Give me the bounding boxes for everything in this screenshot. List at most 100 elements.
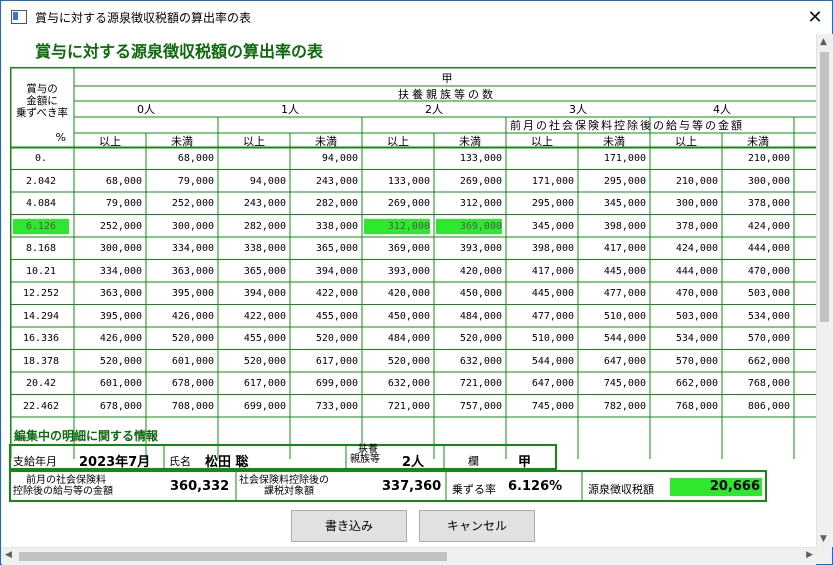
table-cell: 378,000 (675, 220, 718, 232)
table-cell: 503,000 (747, 288, 790, 299)
table-cell: 420,000 (387, 288, 430, 299)
name-value: 松田 聡 (205, 455, 249, 470)
table-cell: 662,000 (747, 355, 790, 367)
content-area: 賞与に対する源泉徴収税額の算出率の表 甲扶養親族等の数 前月の社会保険料控除後の給… (2, 34, 816, 547)
write-button[interactable]: 書き込み (291, 510, 407, 542)
sub-header-ijo: 以上 (531, 135, 553, 148)
table-cell: 282,000 (315, 198, 358, 209)
dependents-value: 2人 (402, 455, 425, 470)
table-cell: 68,000 (177, 153, 214, 164)
table-cell: 484,000 (459, 310, 502, 322)
table-cell: 733,000 (315, 400, 358, 412)
table-cell: 300,000 (99, 243, 142, 254)
table-cell: 450,000 (459, 288, 502, 299)
table-cell: 426,000 (99, 333, 142, 344)
table-cell: 632,000 (459, 355, 502, 367)
scroll-up-icon[interactable]: ▲ (820, 37, 827, 47)
dependent-group-2: 2人 (425, 103, 443, 116)
table-cell: 617,000 (315, 355, 358, 367)
table-cell: 477,000 (603, 288, 646, 299)
table-cell: 395,000 (99, 310, 142, 322)
table-cell: 369,000 (387, 243, 430, 254)
title-bar: 賞与に対する源泉徴収税額の算出率の表 ✕ (1, 1, 832, 34)
table-cell: 420,000 (459, 265, 502, 277)
table-cell (364, 151, 430, 166)
table-cell: 300,000 (675, 198, 718, 209)
sub-header-miman: 未満 (747, 135, 769, 148)
table-cell: 252,000 (99, 220, 142, 232)
table-cell: 417,000 (531, 265, 574, 277)
table-cell: 424,000 (747, 220, 790, 232)
table-cell: 363,000 (171, 265, 214, 277)
table-cell: 422,000 (315, 288, 358, 299)
taxable-label-2: 課税対象額 (264, 486, 314, 497)
rate-cell: 4.084 (25, 198, 57, 209)
close-button[interactable]: ✕ (804, 7, 826, 29)
scroll-down-icon[interactable]: ▼ (820, 534, 827, 544)
table-cell: 426,000 (171, 310, 214, 322)
table-cell: 365,000 (315, 243, 358, 254)
table-cell: 520,000 (315, 333, 358, 344)
page-title: 賞与に対する源泉徴収税額の算出率の表 (35, 42, 324, 61)
table-cell: 647,000 (603, 355, 646, 367)
scroll-left-icon[interactable]: ◀ (5, 550, 12, 560)
table-cell: 721,000 (387, 400, 430, 412)
table-cell: 394,000 (243, 288, 286, 299)
table-cell: 393,000 (459, 243, 502, 254)
table-cell: 378,000 (747, 198, 790, 209)
vertical-scrollbar[interactable]: ▲ ▼ (816, 34, 833, 547)
table-cell: 768,000 (675, 400, 718, 412)
table-cell: 210,000 (747, 153, 790, 164)
taxable-label-1: 社会保険料控除後の (239, 475, 329, 486)
table-cell: 544,000 (603, 333, 646, 344)
horizontal-scrollbar[interactable]: ◀ ▶ (2, 547, 816, 565)
table-cell: 647,000 (531, 378, 574, 389)
table-cell: 338,000 (315, 220, 358, 232)
rate-cell: 20.42 (25, 378, 57, 389)
table-cell: 699,000 (315, 378, 358, 389)
prev-salary-label-2: 控除後の給与等の金額 (13, 486, 113, 497)
column-label: 欄 (468, 455, 479, 468)
dependents-label-2: 親族等 (350, 454, 380, 465)
table-cell: 721,000 (459, 378, 502, 389)
table-cell: 662,000 (675, 378, 718, 389)
table-cell: 394,000 (315, 265, 358, 277)
table-cell: 520,000 (243, 355, 286, 367)
prev-salary-label-1: 前月の社会保険料 (26, 475, 106, 486)
table-cell: 300,000 (171, 220, 214, 232)
table-cell: 79,000 (177, 175, 214, 187)
salary-header: 前月の社会保険料控除後の給与等の金額 (510, 119, 744, 132)
table-cell: 417,000 (603, 243, 646, 254)
table-cell: 398,000 (603, 220, 646, 232)
table-cell: 806,000 (747, 400, 790, 412)
cancel-button[interactable]: キャンセル (419, 510, 535, 542)
table-cell: 617,000 (243, 378, 286, 389)
rate-cell: 2.042 (25, 175, 57, 187)
table-cell: 484,000 (387, 333, 430, 344)
scroll-right-icon[interactable]: ▶ (806, 550, 813, 560)
table-cell: 450,000 (387, 310, 430, 322)
rate-table: 甲扶養親族等の数 前月の社会保険料控除後の給与等の金額 0人 1人 2人 3人 4人 賞与の金… (10, 67, 816, 459)
table-cell: 534,000 (675, 333, 718, 344)
table-cell: 503,000 (675, 310, 718, 322)
table-cell: 470,000 (747, 265, 790, 277)
table-cell: 422,000 (243, 310, 286, 322)
sub-header-ijo: 以上 (243, 135, 265, 148)
table-cell: 94,000 (249, 175, 286, 187)
percent-unit: % (55, 131, 66, 144)
name-label: 氏名 (169, 455, 191, 468)
table-cell: 455,000 (315, 310, 358, 322)
table-cell: 424,000 (675, 243, 718, 254)
scroll-thumb-vertical[interactable] (820, 52, 829, 322)
rate-cell: 10.21 (25, 265, 57, 277)
window: 賞与に対する源泉徴収税額の算出率の表 ✕ 賞与に対する源泉徴収税額の算出率の表 … (0, 0, 833, 565)
sub-header-miman: 未満 (459, 135, 481, 148)
table-cell: 782,000 (603, 400, 646, 412)
table-cell: 269,000 (459, 175, 502, 187)
scroll-thumb-horizontal[interactable] (19, 552, 447, 561)
dependents-header: 扶養親族等の数 (398, 88, 496, 101)
table-cell: 699,000 (243, 400, 286, 412)
dependent-group-0: 0人 (137, 103, 155, 116)
table-cell: 745,000 (603, 378, 646, 389)
rate-cell: 8.168 (25, 243, 57, 254)
